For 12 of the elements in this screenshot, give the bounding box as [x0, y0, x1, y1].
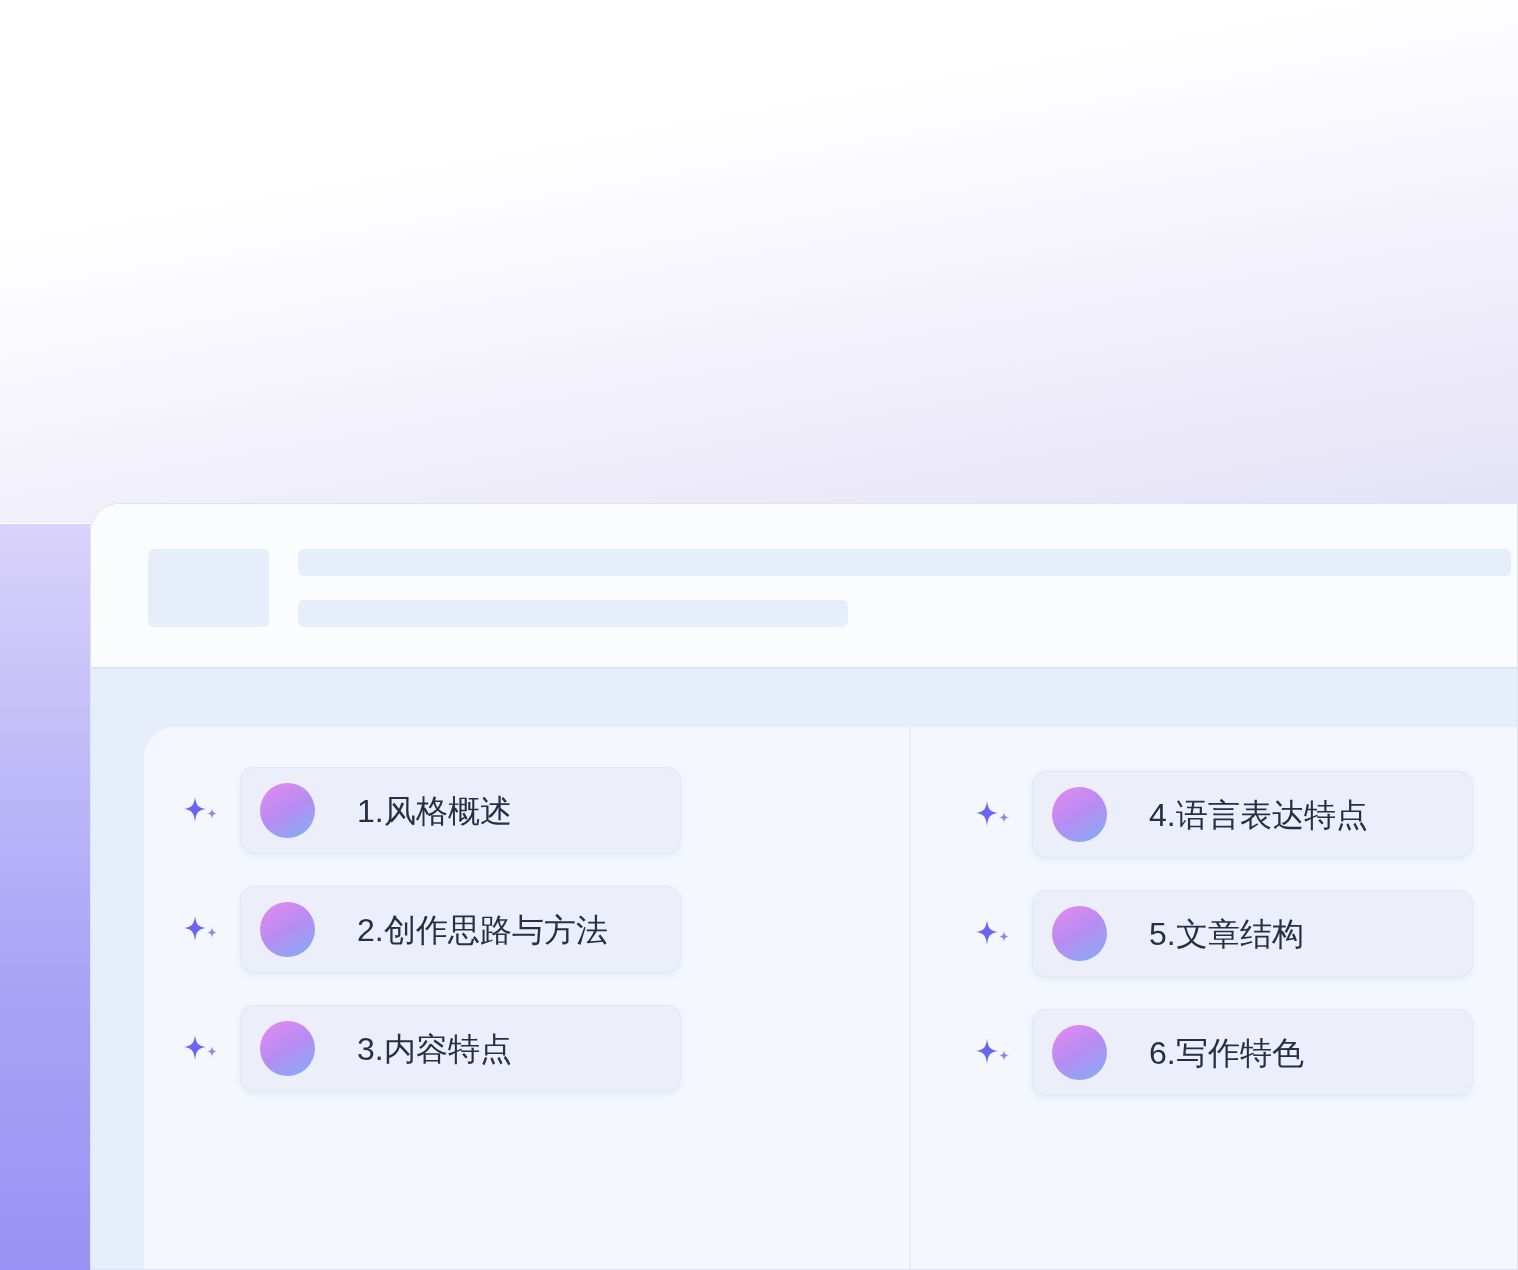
topic-label: 6.写作特色 [1149, 1033, 1304, 1073]
topic-card[interactable]: 6.写作特色 [1032, 1009, 1473, 1096]
topic-label: 1.风格概述 [357, 791, 512, 831]
topic-card[interactable]: 5.文章结构 [1032, 890, 1473, 977]
topic-card[interactable]: 3.内容特点 [240, 1005, 681, 1092]
topic-card[interactable]: 2.创作思路与方法 [240, 886, 681, 973]
topic-label: 5.文章结构 [1149, 914, 1304, 954]
topic-card[interactable]: 4.语言表达特点 [1032, 771, 1473, 858]
topic-label: 3.内容特点 [357, 1029, 512, 1069]
topic-card[interactable]: 1.风格概述 [240, 767, 681, 854]
topic-label: 4.语言表达特点 [1149, 795, 1368, 835]
topic-label: 2.创作思路与方法 [357, 910, 608, 950]
